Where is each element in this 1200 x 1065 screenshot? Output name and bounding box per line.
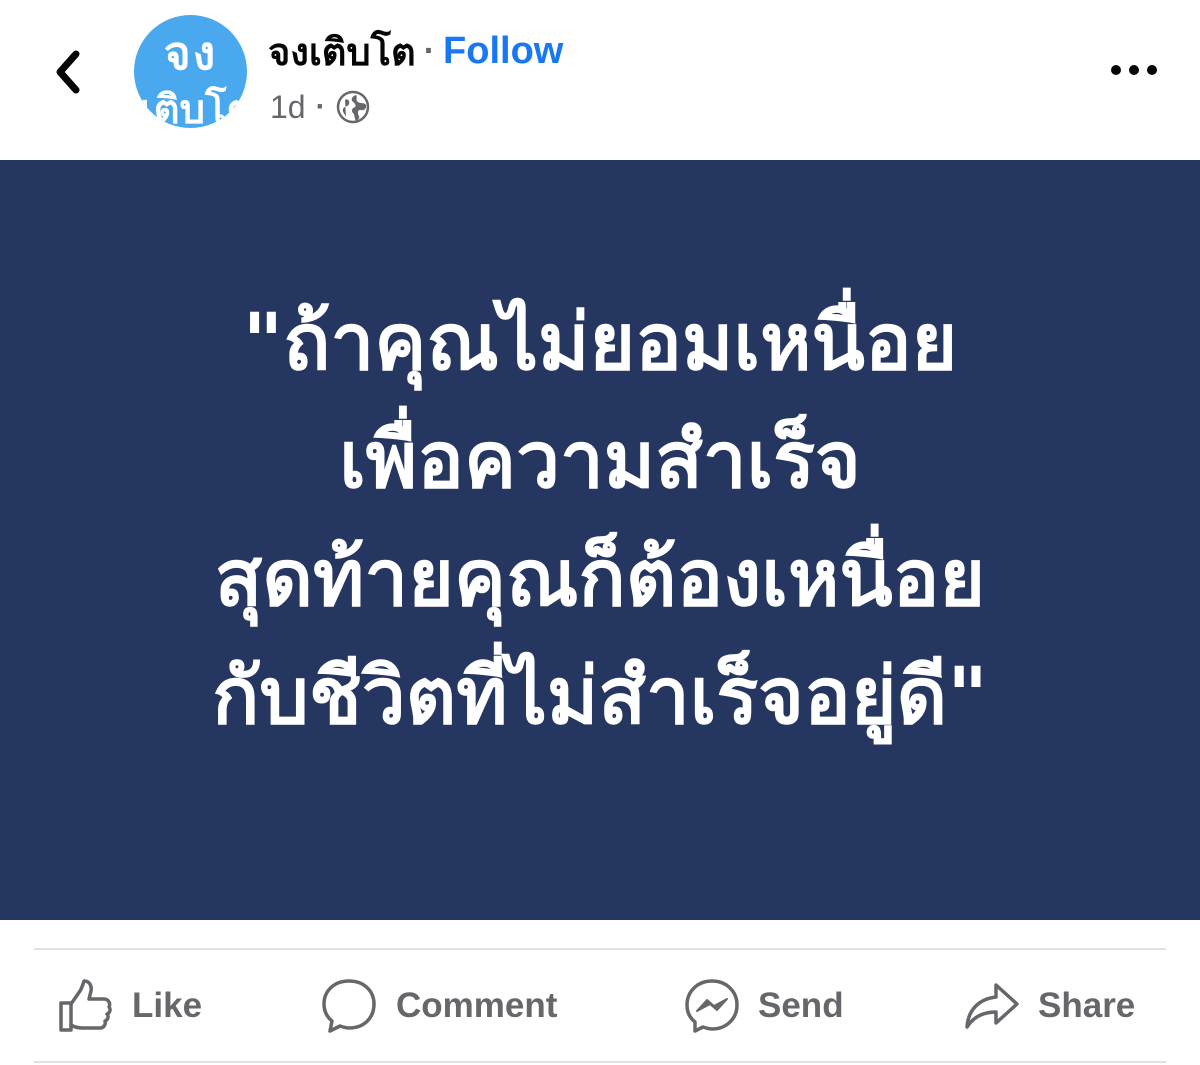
action-bar: Like Comment Send Share (0, 950, 1200, 1061)
share-label: Share (1038, 985, 1136, 1025)
comment-label: Comment (396, 985, 558, 1025)
messenger-icon (685, 978, 739, 1033)
page-name[interactable]: จงเติบโต (268, 21, 416, 82)
name-row: จงเติบโต · Follow (268, 26, 563, 76)
more-horizontal-icon (1111, 65, 1157, 75)
action-bar-bottom-divider (34, 1061, 1166, 1063)
quote-line: กับชีวิตที่ไม่สำเร็จอยู่ดี" (212, 652, 988, 742)
share-arrow-icon (965, 982, 1019, 1029)
like-button[interactable]: Like (56, 950, 202, 1061)
post-image[interactable]: "ถ้าคุณไม่ยอมเหนื่อย เพื่อความสำเร็จ สุด… (0, 160, 1200, 920)
page-avatar[interactable]: จง เติบโต (134, 15, 247, 128)
name-separator: · (423, 31, 436, 70)
quote-line: "ถ้าคุณไม่ยอมเหนื่อย (242, 298, 958, 388)
more-options-button[interactable] (1102, 50, 1166, 90)
like-label: Like (132, 985, 203, 1025)
send-label: Send (758, 985, 844, 1025)
comment-button[interactable]: Comment (320, 950, 557, 1061)
back-button[interactable] (40, 40, 96, 104)
follow-button[interactable]: Follow (443, 30, 563, 73)
thumbs-up-icon (59, 978, 112, 1032)
share-button[interactable]: Share (964, 950, 1135, 1061)
quote-text: "ถ้าคุณไม่ยอมเหนื่อย เพื่อความสำเร็จ สุด… (50, 284, 1150, 756)
quote-line: เพื่อความสำเร็จ (339, 416, 861, 506)
chevron-left-icon (56, 50, 80, 94)
post-header: จง เติบโต จงเติบโต · Follow 1d · (0, 0, 1200, 160)
send-button[interactable]: Send (684, 950, 844, 1061)
post-meta: 1d · (270, 84, 370, 130)
comment-bubble-icon (322, 978, 376, 1033)
globe-icon[interactable] (336, 90, 370, 124)
meta-separator: · (315, 90, 326, 123)
quote-line: สุดท้ายคุณก็ต้องเหนื่อย (214, 534, 986, 624)
avatar-text-bottom: เติบโต (140, 86, 247, 128)
post-timestamp[interactable]: 1d (270, 89, 306, 126)
